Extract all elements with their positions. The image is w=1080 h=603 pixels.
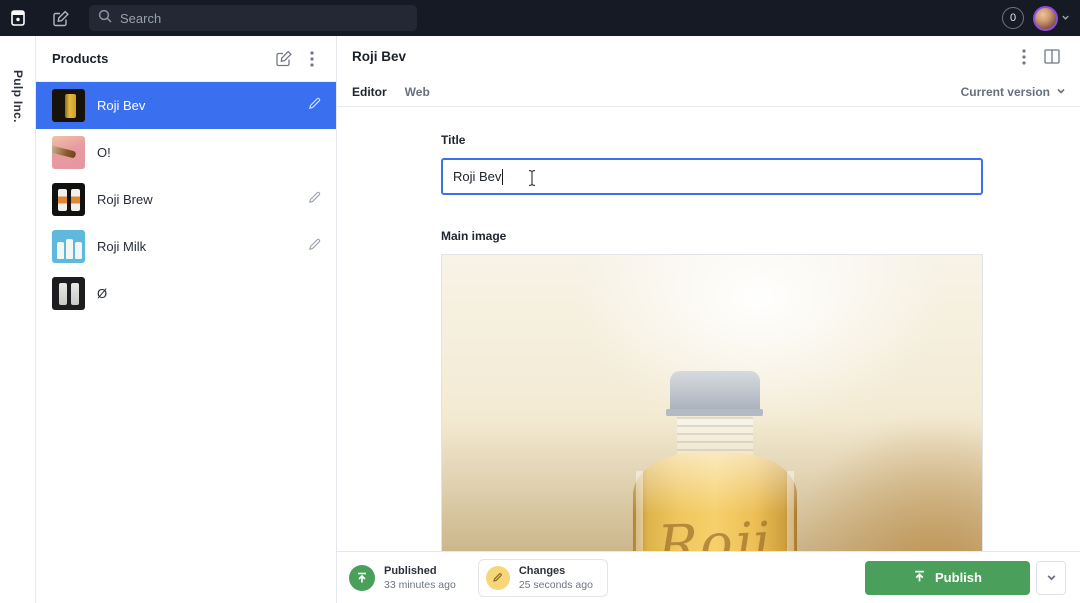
main-image-field: Main image Roji	[441, 229, 983, 551]
bottle-brand-text: Roji	[656, 510, 774, 551]
text-caret	[502, 168, 504, 185]
view-tabs: Editor Web	[352, 85, 961, 99]
publish-button[interactable]: Publish	[865, 560, 1030, 595]
workspace-logo-icon[interactable]	[0, 0, 36, 36]
published-icon	[349, 564, 375, 591]
changes-pencil-icon	[485, 565, 510, 590]
product-thumbnail	[52, 136, 85, 169]
topbar: Search 0	[0, 0, 1080, 36]
product-title: Roji Bev	[97, 98, 146, 113]
version-selector[interactable]: Current version	[961, 85, 1066, 99]
chevron-down-icon	[1061, 9, 1070, 27]
tab-editor[interactable]: Editor	[352, 85, 387, 99]
edited-pencil-icon	[307, 190, 322, 210]
workspace-name[interactable]: Pulp Inc.	[11, 70, 25, 123]
bottle-cap	[669, 371, 760, 411]
title-field-label: Title	[441, 133, 466, 147]
document-title: Roji Bev	[352, 49, 407, 64]
publish-label: Publish	[935, 570, 982, 585]
products-pane-header: Products	[36, 36, 336, 82]
product-title: Ø	[97, 286, 108, 301]
user-menu[interactable]	[1033, 5, 1070, 31]
edited-pencil-icon	[307, 96, 322, 116]
publish-icon	[913, 570, 926, 586]
search-placeholder: Search	[120, 10, 162, 26]
presence-counter[interactable]: 0	[1002, 7, 1024, 29]
main-image-label: Main image	[441, 229, 507, 243]
list-item[interactable]: Ø	[36, 270, 336, 317]
changes-label: Changes	[518, 564, 566, 577]
title-input[interactable]: Roji Bev	[441, 158, 983, 195]
product-title: O!	[97, 145, 111, 160]
list-item[interactable]: Roji Milk	[36, 223, 336, 270]
studio-app: Search 0 Pulp Inc. Products Roji Bev O! …	[0, 0, 1080, 603]
topbar-right: 0	[1002, 5, 1080, 31]
changes-status[interactable]: Changes 25 seconds ago	[477, 558, 608, 597]
document-header: Roji Bev Editor Web Current version	[337, 36, 1080, 107]
edited-pencil-icon	[307, 237, 322, 257]
product-thumbnail	[52, 230, 85, 263]
product-title: Roji Brew	[97, 192, 153, 207]
bottle-body: Roji	[632, 453, 797, 551]
avatar	[1033, 5, 1058, 31]
version-label: Current version	[960, 84, 1050, 99]
pane-title: Products	[52, 51, 109, 66]
new-document-icon[interactable]	[46, 3, 76, 33]
product-thumbnail	[52, 89, 85, 122]
bottle-neck	[676, 417, 753, 457]
title-input-value: Roji Bev	[453, 169, 502, 184]
chevron-down-icon	[1056, 85, 1066, 99]
published-status[interactable]: Published 33 minutes ago	[349, 564, 464, 591]
document-footer: Published 33 minutes ago Changes 25 seco…	[337, 551, 1080, 603]
document-pane: Roji Bev Editor Web Current version Titl…	[337, 36, 1080, 603]
main-image-preview[interactable]: Roji	[441, 254, 983, 551]
document-form: Title Roji Bev Main image Roji	[337, 107, 1080, 551]
tab-web[interactable]: Web	[405, 85, 430, 99]
ibeam-cursor-icon	[527, 169, 537, 190]
product-thumbnail	[52, 277, 85, 310]
split-pane-icon[interactable]	[1038, 43, 1066, 71]
list-item[interactable]: Roji Bev	[36, 82, 336, 129]
search-input[interactable]: Search	[89, 5, 417, 31]
pane-menu-icon[interactable]	[298, 45, 326, 73]
product-thumbnail	[52, 183, 85, 216]
publish-menu-button[interactable]	[1036, 560, 1066, 595]
published-time: 33 minutes ago	[384, 578, 456, 591]
create-product-icon[interactable]	[270, 45, 298, 73]
title-field: Title Roji Bev	[441, 133, 983, 195]
document-menu-icon[interactable]	[1010, 43, 1038, 71]
search-icon	[98, 9, 112, 28]
changes-time: 25 seconds ago	[518, 578, 593, 591]
published-label: Published	[384, 564, 437, 577]
products-list: Roji Bev O! Roji Brew Roji Milk Ø	[36, 82, 336, 317]
workspace-strip: Pulp Inc.	[0, 36, 36, 603]
list-item[interactable]: Roji Brew	[36, 176, 336, 223]
products-pane: Products Roji Bev O! Roji Brew Roji Milk…	[36, 36, 337, 603]
bottle-photo: Roji	[632, 371, 797, 551]
list-item[interactable]: O!	[36, 129, 336, 176]
product-title: Roji Milk	[97, 239, 147, 254]
